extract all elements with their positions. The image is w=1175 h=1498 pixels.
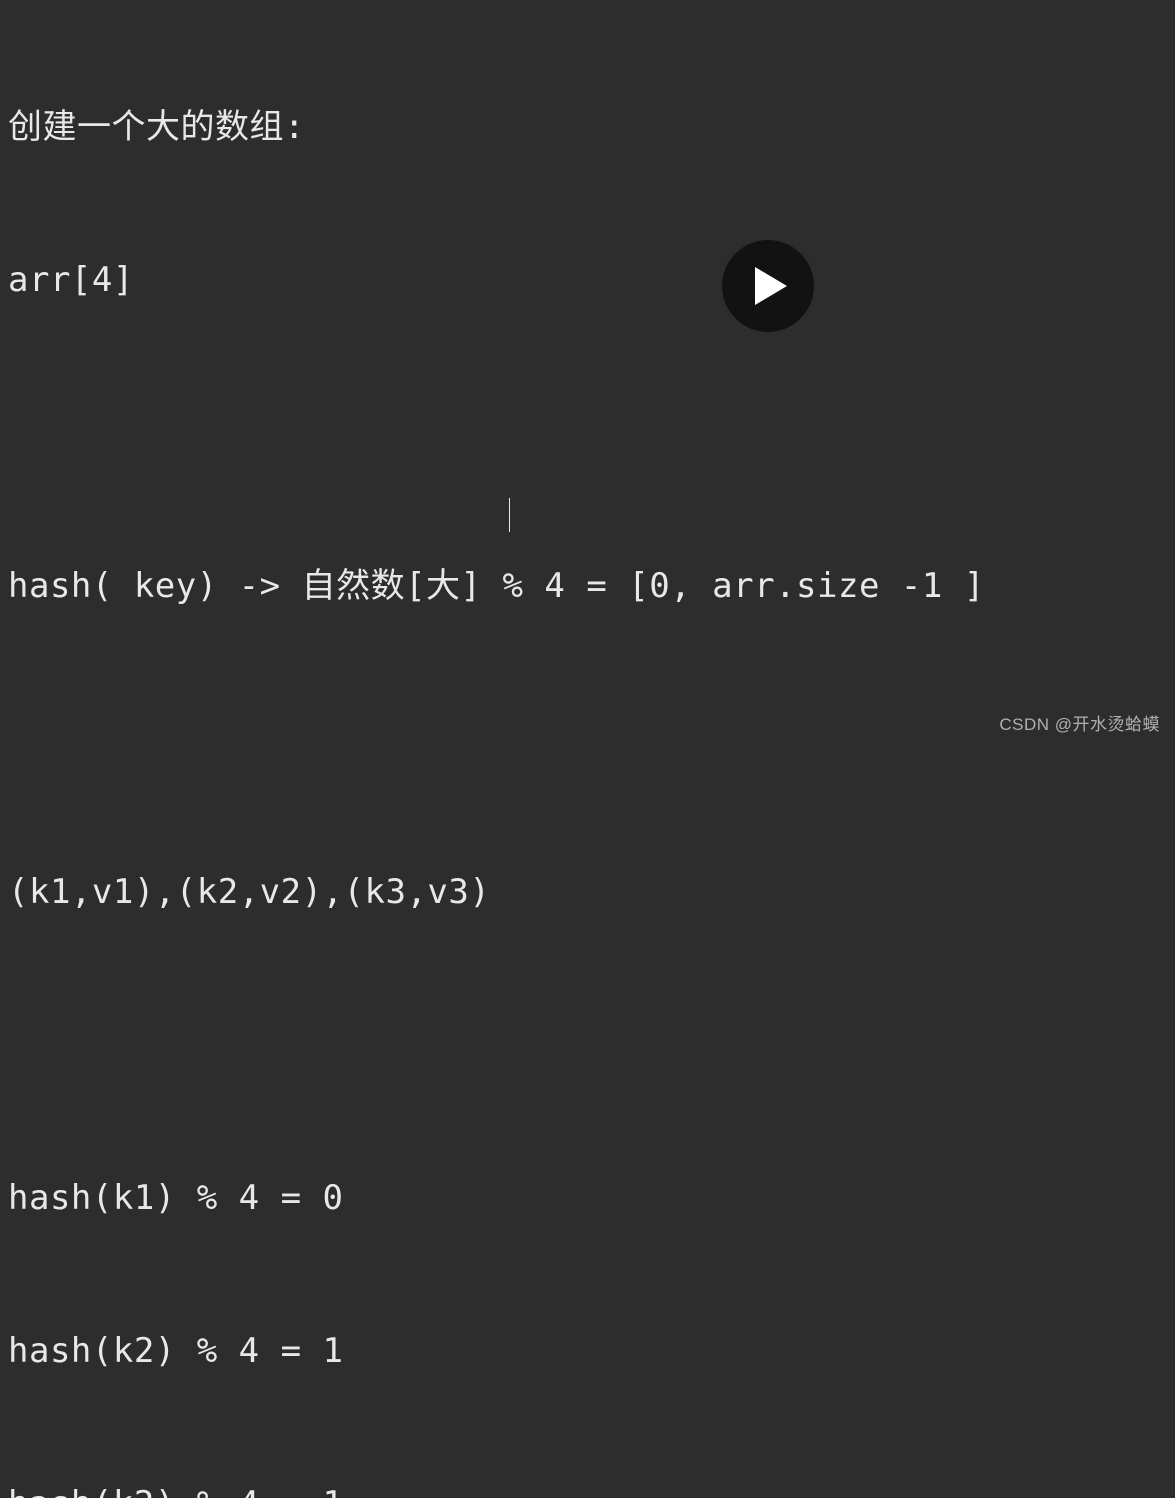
code-line: (k1,v1),(k2,v2),(k3,v3) (8, 867, 1175, 918)
code-line (8, 1020, 1175, 1071)
play-button[interactable] (722, 240, 814, 332)
code-line: hash( key) -> 自然数[大] % 4 = [0, arr.size … (8, 561, 1175, 612)
code-line (8, 408, 1175, 459)
code-line: hash(k1) % 4 = 0 (8, 1173, 1175, 1224)
watermark-text: CSDN @开水烫蛤蟆 (999, 712, 1160, 738)
play-icon (755, 267, 787, 305)
code-line: 创建一个大的数组: (8, 102, 1175, 153)
text-cursor (509, 498, 510, 532)
code-line: hash(k2) % 4 = 1 (8, 1326, 1175, 1377)
code-line: hash(k2) % 4 = 1 (8, 1479, 1175, 1498)
code-line: arr[4] (8, 255, 1175, 306)
code-text-content: 创建一个大的数组: arr[4] hash( key) -> 自然数[大] % … (8, 0, 1175, 1498)
